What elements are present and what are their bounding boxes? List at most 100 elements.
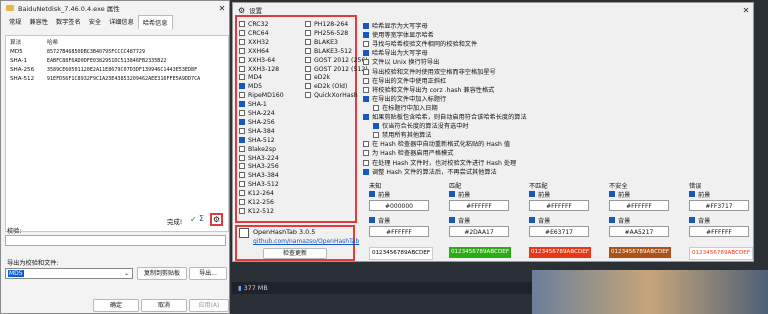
checkbox[interactable] [239, 21, 245, 27]
checkbox-checked[interactable] [239, 136, 245, 143]
algorithm-c2-5[interactable]: GOST 2012 (512) [305, 65, 368, 73]
checkbox[interactable] [239, 190, 245, 197]
checkbox[interactable] [305, 29, 311, 36]
option-4[interactable]: 文件以 Unix 换行符导出 [363, 57, 439, 66]
algorithm-19[interactable]: K12-264 [239, 190, 274, 197]
option-11[interactable]: 仅当符合长度的算法没有选中时 [373, 121, 469, 130]
export-select[interactable]: MD5 ⌄ [5, 268, 133, 279]
checkbox-checked[interactable] [529, 191, 535, 197]
checkbox[interactable] [239, 163, 245, 170]
tab-signature[interactable]: 数字签名 [52, 15, 85, 29]
algorithm-c2-7[interactable]: eD2k (Old) [305, 83, 347, 90]
checkbox-checked[interactable] [363, 23, 369, 29]
checkbox[interactable] [363, 68, 369, 75]
option-14[interactable]: 为 Hash 检查器启用严格模式 [363, 148, 453, 157]
checkbox[interactable] [373, 104, 379, 111]
option-0[interactable]: 哈希显示为大写字母 [363, 21, 428, 30]
fg-color-input[interactable]: #FFFFFF [609, 200, 669, 211]
option-10[interactable]: 如果剪贴板包含哈希，则自动启用符合该哈希长度的算法 [363, 112, 527, 121]
checkbox[interactable] [305, 21, 311, 27]
checkbox-checked[interactable] [373, 123, 379, 130]
option-7[interactable]: 将校验和文件导出为 corz .hash 兼容性格式 [363, 85, 494, 94]
checkbox-checked[interactable] [239, 118, 245, 125]
checkbox[interactable] [239, 47, 245, 54]
table-row[interactable]: SHA-1 EABFC88F6AD0DFE0382951DC513846FB233… [6, 56, 228, 65]
tab-security[interactable]: 安全 [85, 15, 105, 29]
checkbox[interactable] [305, 74, 311, 81]
algorithm-20[interactable]: K12-256 [239, 199, 274, 206]
algorithm-0[interactable]: CRC32 [239, 21, 269, 28]
fg-color-input[interactable]: #000000 [369, 200, 429, 211]
checkbox-checked[interactable] [449, 217, 455, 223]
checkbox[interactable] [239, 92, 245, 99]
algorithm-11[interactable]: SHA-256 [239, 118, 275, 126]
cancel-button[interactable]: 取消 [141, 299, 187, 312]
checkbox-checked[interactable] [609, 191, 615, 197]
checkbox[interactable] [305, 65, 311, 72]
algorithm-15[interactable]: SHA3-224 [239, 154, 279, 162]
ok-button[interactable]: 确定 [93, 299, 139, 312]
col-header-alg[interactable]: 算法 [6, 36, 43, 47]
checkbox-checked[interactable] [363, 32, 369, 39]
checkbox-checked[interactable] [363, 95, 369, 102]
checkbox-checked[interactable] [529, 217, 535, 223]
tab-general[interactable]: 常规 [5, 15, 25, 29]
verify-input[interactable] [5, 235, 226, 246]
checkbox-checked[interactable] [369, 217, 375, 223]
option-15[interactable]: 在处理 Hash 文件时，也对校验文件进行 Hash 处理 [363, 158, 516, 167]
bg-color-input[interactable]: #2DAA17 [449, 226, 509, 237]
option-9[interactable]: 在标题行中加入日期 [373, 103, 438, 112]
option-8[interactable]: 在导出的文件中加入标题行 [363, 94, 446, 103]
checkbox[interactable] [239, 127, 245, 134]
algorithm-9[interactable]: SHA-1 [239, 101, 267, 108]
bg-color-input[interactable]: #FFFFFF [369, 226, 429, 237]
algorithm-12[interactable]: SHA-384 [239, 127, 275, 135]
checkbox-checked[interactable] [363, 50, 369, 57]
algorithm-3[interactable]: XXH64 [239, 47, 269, 55]
fg-color-input[interactable]: #FFFFFF [449, 200, 509, 211]
algorithm-21[interactable]: K12-512 [239, 207, 274, 215]
checkbox[interactable] [373, 132, 379, 139]
checkbox[interactable] [363, 41, 369, 48]
close-icon[interactable]: ✕ [739, 6, 753, 15]
checkbox[interactable] [305, 38, 311, 45]
algorithm-c2-6[interactable]: eD2k [305, 74, 330, 81]
checkbox-checked[interactable] [363, 168, 369, 175]
checkbox[interactable] [363, 159, 369, 166]
algorithm-7[interactable]: MD5 [239, 83, 262, 90]
checkbox[interactable] [363, 86, 369, 93]
checkbox[interactable] [363, 77, 369, 84]
bg-color-input[interactable]: #E63717 [529, 226, 589, 237]
checkbox[interactable] [239, 154, 245, 161]
algorithm-16[interactable]: SHA3-256 [239, 163, 279, 170]
checkbox[interactable] [363, 141, 369, 148]
close-icon[interactable]: ✕ [215, 4, 229, 13]
algorithm-18[interactable]: SHA3-512 [239, 181, 279, 188]
tab-details[interactable]: 详细信息 [105, 15, 138, 29]
algorithm-c2-3[interactable]: BLAKE3-512 [305, 47, 352, 55]
option-6[interactable]: 在导出的文件中使用正斜杠 [363, 76, 446, 85]
table-row[interactable]: SHA-512 91EFD56F1C8932F9C1A23E43853209462… [6, 74, 228, 83]
option-1[interactable]: 使用等宽字体显示哈希 [363, 30, 434, 39]
algorithm-c2-2[interactable]: BLAKE3 [305, 38, 338, 46]
app-link[interactable]: github.com/namazso/OpenHashTab [253, 238, 359, 245]
fg-color-input[interactable]: #FFFFFF [529, 200, 589, 211]
checkbox[interactable] [363, 59, 369, 66]
algorithm-13[interactable]: SHA-512 [239, 136, 275, 144]
option-13[interactable]: 在 Hash 检查器中自动重新格式化粘贴的 Hash 值 [363, 139, 510, 148]
bg-color-input[interactable]: #FFFFFF [689, 226, 749, 237]
checkbox-checked[interactable] [239, 83, 245, 90]
checkbox[interactable] [305, 56, 311, 63]
algorithm-8[interactable]: RipeMD160 [239, 92, 284, 99]
check-update-button[interactable]: 检查更新 [263, 248, 327, 259]
checkbox[interactable] [239, 38, 245, 45]
checkbox[interactable] [239, 145, 245, 152]
checkbox-checked[interactable] [689, 191, 695, 197]
table-row[interactable]: SHA-256 3589CE60501120E2A11E8679C07D3DF13… [6, 65, 228, 74]
checkbox[interactable] [239, 172, 245, 179]
option-3[interactable]: 哈希导出为大写字母 [363, 48, 428, 57]
apply-button[interactable]: 应用(A) [189, 299, 229, 312]
checkbox[interactable] [239, 74, 245, 81]
option-5[interactable]: 导出校验和文件时使用双空格而非空格加星号 [363, 67, 496, 76]
checkbox-checked[interactable] [689, 217, 695, 223]
